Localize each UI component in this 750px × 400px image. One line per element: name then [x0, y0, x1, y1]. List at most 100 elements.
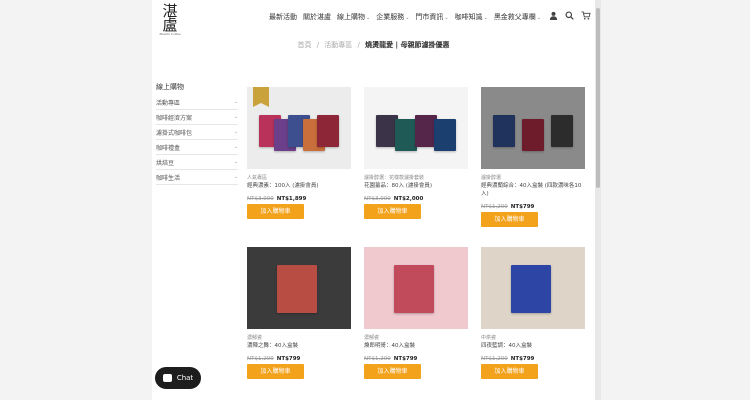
breadcrumb-current: 燒燙龍愛 | 母親節濾掛優惠 — [365, 41, 450, 49]
chat-button[interactable]: Chat — [155, 367, 201, 389]
scrollbar-thumb[interactable] — [596, 8, 600, 188]
product-name[interactable]: 煥郎明哥：40入盒裝 — [364, 342, 468, 350]
category-sidebar: 線上購物 活動專區 ⌄ 咖啡經濟方案 ⌄ 濾掛式咖啡包 ⌄ 咖啡禮盒 ⌄ 烘焙豆 ⌄ 咖啡生活 ⌄ — [156, 82, 238, 185]
nav-item-label: 黑金救父專欄 — [493, 13, 536, 21]
product-price: NT$1,200 NT$799 — [481, 204, 585, 210]
logo[interactable]: 湛盧 Zhanlu Coffee — [156, 4, 184, 37]
chevron-down-icon: ⌄ — [405, 15, 410, 21]
cart-icon[interactable] — [581, 11, 591, 20]
breadcrumb: 首頁 / 活動專區 / 燒燙龍愛 | 母親節濾掛優惠 — [152, 40, 595, 50]
chat-label: Chat — [176, 374, 194, 382]
product-image[interactable] — [247, 247, 351, 329]
sidebar-item[interactable]: 烘焙豆 ⌄ — [156, 155, 238, 170]
product-category: 人氣專區 — [247, 175, 268, 181]
right-gutter — [595, 0, 750, 400]
product-price: NT$1,200 NT$799 — [481, 356, 585, 362]
breadcrumb-home[interactable]: 首頁 — [297, 41, 311, 49]
product-name[interactable]: 四夜藍調：40入盒裝 — [481, 342, 585, 350]
product-image[interactable] — [247, 87, 351, 169]
chevron-down-icon: ⌄ — [233, 159, 238, 165]
coffee-packet — [277, 265, 317, 313]
sidebar-item-label: 咖啡經濟方案 — [156, 114, 193, 122]
product-category: 濾掛醇選：花樣款濾掛套裝 — [364, 175, 425, 181]
product-card[interactable]: 濾掛醇選：花樣款濾掛套裝 花園薑品：80入 (濾掛會員) NT$3,000 NT$2,… — [364, 87, 468, 219]
product-price: NT$3,000 NT$2,000 — [364, 196, 468, 202]
add-to-cart-button[interactable]: 加入購物車 — [247, 364, 304, 379]
award-badge — [253, 87, 269, 107]
nav-item-label: 最新活動 — [269, 13, 297, 21]
chevron-down-icon: ⌄ — [233, 129, 238, 135]
sidebar-item[interactable]: 咖啡生活 ⌄ — [156, 170, 238, 185]
product-card[interactable]: 濃郁瓷 濃陣之舞：40入盒裝 NT$1,200 NT$799 加入購物車 — [247, 247, 351, 379]
sidebar-item[interactable]: 咖啡禮盒 ⌄ — [156, 140, 238, 155]
sidebar-item-label: 咖啡禮盒 — [156, 144, 181, 152]
product-price: NT$3,000 NT$1,899 — [247, 196, 351, 202]
sale-price: NT$799 — [276, 356, 301, 362]
coffee-packet — [551, 115, 573, 147]
add-to-cart-button[interactable]: 加入購物車 — [364, 364, 421, 379]
product-card[interactable]: 濃郁瓷 煥郎明哥：40入盒裝 NT$1,200 NT$799 加入購物車 — [364, 247, 468, 379]
sale-price: NT$799 — [510, 204, 535, 210]
coffee-packet — [522, 119, 544, 151]
product-card[interactable]: 濾掛醇選 經典濃蘭綜合：40入盒裝 (四款濃味各10入) NT$1,200 NT$79… — [481, 87, 585, 227]
chevron-down-icon: ⌄ — [233, 174, 238, 180]
logo-subtitle: Zhanlu Coffee — [159, 32, 181, 36]
coffee-packet — [434, 119, 456, 151]
chevron-down-icon: ⌄ — [233, 144, 238, 150]
product-name[interactable]: 花園薑品：80入 (濾掛會員) — [364, 182, 468, 190]
sidebar-title: 線上購物 — [156, 83, 184, 91]
left-gutter — [0, 0, 152, 400]
chevron-down-icon: ⌄ — [483, 15, 488, 21]
breadcrumb-separator: / — [357, 41, 360, 49]
product-name[interactable]: 經典濃蘭綜合：40入盒裝 (四款濃味各10入) — [481, 182, 585, 198]
nav-item[interactable]: 門市資訊⌄ — [415, 12, 448, 22]
product-image[interactable] — [481, 247, 585, 329]
nav-item-label: 線上購物 — [337, 13, 365, 21]
nav-item[interactable]: 企業服務⌄ — [376, 12, 409, 22]
sidebar-item[interactable]: 濾掛式咖啡包 ⌄ — [156, 125, 238, 140]
add-to-cart-button[interactable]: 加入購物車 — [481, 364, 538, 379]
site-header: 湛盧 Zhanlu Coffee 最新活動 關於湛盧 線上購物⌄ 企業服務⌄ 門市資訊⌄… — [152, 0, 595, 36]
sidebar-item[interactable]: 活動專區 ⌄ — [156, 95, 238, 110]
add-to-cart-button[interactable]: 加入購物車 — [247, 204, 304, 219]
product-card[interactable]: 中烘瓷 四夜藍調：40入盒裝 NT$1,200 NT$799 加入購物車 — [481, 247, 585, 379]
product-category: 濾掛醇選 — [481, 175, 502, 181]
nav-item[interactable]: 線上購物⌄ — [337, 12, 370, 22]
add-to-cart-button[interactable]: 加入購物車 — [364, 204, 421, 219]
nav-item[interactable]: 咖啡知識⌄ — [455, 12, 488, 22]
chevron-down-icon: ⌄ — [366, 15, 371, 21]
product-price: NT$1,200 NT$799 — [247, 356, 351, 362]
breadcrumb-category[interactable]: 活動專區 — [324, 41, 352, 49]
product-category: 中烘瓷 — [481, 335, 497, 341]
user-icon[interactable] — [549, 11, 558, 20]
original-price: NT$3,000 — [247, 196, 274, 202]
coffee-packet — [493, 115, 515, 147]
coffee-packet — [511, 265, 551, 313]
header-icons — [549, 11, 591, 20]
original-price: NT$1,200 — [247, 356, 274, 362]
nav-item[interactable]: 最新活動 — [269, 12, 297, 22]
original-price: NT$3,000 — [364, 196, 391, 202]
product-image[interactable] — [364, 87, 468, 169]
page: 湛盧 Zhanlu Coffee 最新活動 關於湛盧 線上購物⌄ 企業服務⌄ 門市資訊⌄… — [152, 0, 595, 400]
product-price: NT$1,200 NT$799 — [364, 356, 468, 362]
sidebar-item[interactable]: 咖啡經濟方案 ⌄ — [156, 110, 238, 125]
product-image[interactable] — [364, 247, 468, 329]
chevron-down-icon: ⌄ — [444, 15, 449, 21]
nav-item[interactable]: 黑金救父專欄⌄ — [494, 12, 541, 22]
product-category: 濃郁瓷 — [364, 335, 380, 341]
sidebar-item-label: 濾掛式咖啡包 — [156, 129, 193, 137]
nav-item-label: 企業服務 — [376, 13, 405, 21]
product-name[interactable]: 經典濃素：100入 (濾掛會員) — [247, 182, 351, 190]
sidebar-item-label: 烘焙豆 — [156, 159, 175, 167]
sale-price: NT$2,000 — [393, 196, 424, 202]
sale-price: NT$799 — [510, 356, 535, 362]
search-icon[interactable] — [565, 11, 574, 20]
product-card[interactable]: 人氣專區 經典濃素：100入 (濾掛會員) NT$3,000 NT$1,899 加入購物… — [247, 87, 351, 219]
nav-item-label: 關於湛盧 — [303, 13, 331, 21]
chevron-down-icon: ⌄ — [233, 99, 238, 105]
add-to-cart-button[interactable]: 加入購物車 — [481, 212, 538, 227]
nav-item[interactable]: 關於湛盧 — [303, 12, 331, 22]
product-image[interactable] — [481, 87, 585, 169]
product-name[interactable]: 濃陣之舞：40入盒裝 — [247, 342, 351, 350]
